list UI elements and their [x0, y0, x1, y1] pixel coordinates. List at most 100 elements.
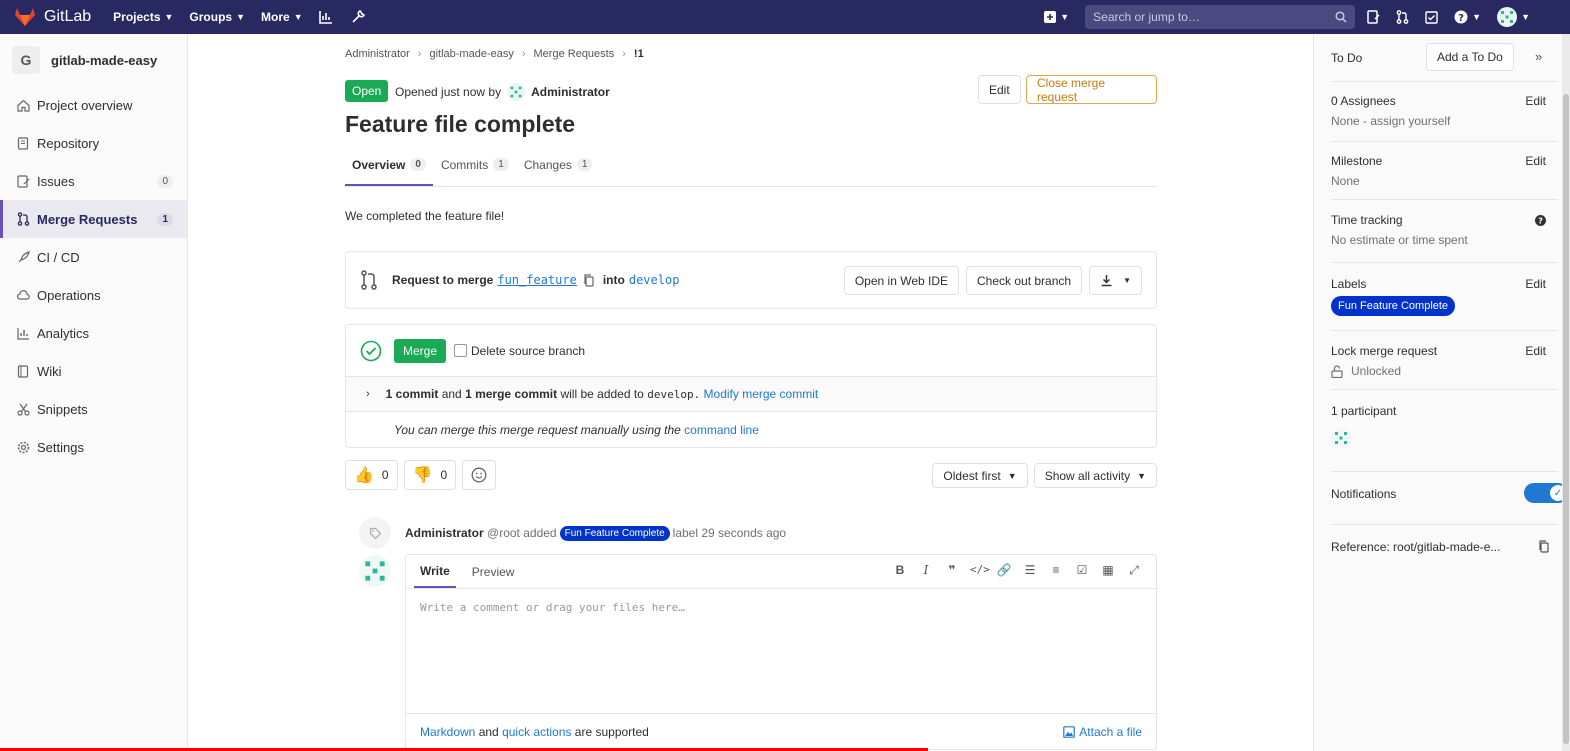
- task-list-icon[interactable]: ☑: [1074, 563, 1090, 578]
- link-icon[interactable]: 🔗: [996, 563, 1012, 578]
- merge-request-icon: [361, 270, 377, 290]
- numbered-list-icon[interactable]: ≡: [1048, 563, 1064, 578]
- sidebar-item-settings[interactable]: Settings: [0, 428, 187, 466]
- reference-text: Reference: root/gitlab-made-e...: [1331, 540, 1501, 554]
- chevron-down-icon: ▼: [164, 12, 174, 22]
- assignees-title: 0 Assignees: [1331, 94, 1396, 108]
- thumbsdown-award-button[interactable]: 👎 0: [403, 460, 457, 490]
- svg-text:?: ?: [1458, 13, 1464, 24]
- search-input[interactable]: Search or jump to…: [1085, 5, 1356, 29]
- project-header[interactable]: G gitlab-made-easy: [0, 34, 187, 86]
- italic-icon[interactable]: I: [918, 563, 934, 578]
- merge-button[interactable]: Merge: [394, 338, 447, 363]
- activity-chart-icon[interactable]: [318, 10, 333, 24]
- sidebar-item-merge-requests[interactable]: Merge Requests 1: [0, 200, 187, 238]
- notifications-title: Notifications: [1331, 487, 1397, 501]
- labels-edit-link[interactable]: Edit: [1525, 277, 1546, 291]
- code-icon[interactable]: </>: [970, 563, 990, 578]
- bullet-list-icon[interactable]: ☰: [1022, 563, 1038, 578]
- tab-count: 0: [410, 158, 426, 171]
- gitlab-logo[interactable]: GitLab: [14, 7, 91, 27]
- nav-projects[interactable]: Projects ▼: [113, 10, 173, 24]
- avatar[interactable]: [1331, 428, 1351, 448]
- issues-nav-icon[interactable]: [1367, 10, 1380, 24]
- manual-merge-text: You can merge this merge request manuall…: [394, 423, 681, 437]
- tab-commits[interactable]: Commits 1: [434, 152, 516, 186]
- edit-button[interactable]: Edit: [978, 75, 1021, 104]
- author-avatar[interactable]: [507, 83, 526, 101]
- sidebar-item-analytics[interactable]: Analytics: [0, 314, 187, 352]
- sidebar-item-repository[interactable]: Repository: [0, 124, 187, 162]
- download-dropdown-button[interactable]: ▼: [1089, 266, 1142, 295]
- add-reaction-button[interactable]: [462, 460, 497, 490]
- markdown-link[interactable]: Markdown: [420, 725, 475, 739]
- scrollbar-thumb[interactable]: [1563, 94, 1569, 744]
- collapse-sidebar-icon[interactable]: »: [1535, 49, 1542, 64]
- new-item-plus-icon[interactable]: ▼: [1044, 11, 1069, 23]
- copy-icon[interactable]: [583, 273, 595, 287]
- quick-actions-link[interactable]: quick actions: [502, 725, 571, 739]
- modify-merge-commit-link[interactable]: Modify merge commit: [704, 387, 819, 401]
- merge-commit-count: 1 merge commit: [465, 387, 558, 401]
- note-handle[interactable]: @root: [487, 526, 520, 540]
- assignees-value[interactable]: None - assign yourself: [1331, 114, 1544, 128]
- author-name[interactable]: Administrator: [531, 85, 610, 99]
- divider: [1331, 199, 1558, 200]
- breadcrumb-item[interactable]: !1: [634, 48, 644, 60]
- chart-icon: [16, 326, 30, 340]
- sidebar-item-operations[interactable]: Operations: [0, 276, 187, 314]
- sidebar-item-wiki[interactable]: Wiki: [0, 352, 187, 390]
- close-merge-request-button[interactable]: Close merge request: [1026, 75, 1157, 104]
- chevron-down-icon: ▼: [1060, 12, 1070, 22]
- copy-icon[interactable]: [1538, 540, 1550, 553]
- page-scrollbar[interactable]: [1562, 34, 1570, 751]
- todos-nav-icon[interactable]: [1425, 10, 1438, 24]
- breadcrumb-item[interactable]: Administrator: [345, 48, 410, 60]
- assignees-edit-link[interactable]: Edit: [1525, 94, 1546, 108]
- help-icon[interactable]: ?: [1535, 215, 1546, 226]
- table-icon[interactable]: ▦: [1100, 563, 1116, 578]
- nav-groups[interactable]: Groups ▼: [189, 10, 245, 24]
- breadcrumb-item[interactable]: gitlab-made-easy: [429, 48, 513, 60]
- open-in-web-ide-button[interactable]: Open in Web IDE: [843, 266, 960, 295]
- add-todo-button[interactable]: Add a To Do: [1426, 43, 1514, 71]
- tab-overview[interactable]: Overview 0: [345, 152, 433, 186]
- sidebar-item-ci-cd[interactable]: CI / CD: [0, 238, 187, 276]
- activity-filter-dropdown[interactable]: Show all activity ▼: [1033, 463, 1157, 488]
- sidebar-item-project-overview[interactable]: Project overview: [0, 86, 187, 124]
- sort-dropdown[interactable]: Oldest first ▼: [932, 463, 1028, 488]
- tab-write[interactable]: Write: [414, 556, 456, 588]
- note-author[interactable]: Administrator: [405, 526, 484, 540]
- bold-icon[interactable]: B: [892, 563, 908, 578]
- breadcrumb-item[interactable]: Merge Requests: [534, 48, 615, 60]
- sidebar-item-snippets[interactable]: Snippets: [0, 390, 187, 428]
- tab-preview[interactable]: Preview: [472, 557, 515, 587]
- chevron-right-icon[interactable]: ›: [366, 388, 370, 400]
- delete-source-branch-checkbox[interactable]: [454, 344, 468, 357]
- commit-info-row[interactable]: › 1 commit and 1 merge commit will be ad…: [346, 377, 1156, 412]
- target-branch-link[interactable]: develop: [629, 273, 680, 287]
- comment-textarea[interactable]: Write a comment or drag your files here…: [406, 589, 1156, 626]
- merge-request-icon: [16, 212, 30, 226]
- help-icon[interactable]: ? ▼: [1454, 10, 1481, 24]
- tab-changes[interactable]: Changes 1: [517, 152, 600, 186]
- label-pill[interactable]: Fun Feature Complete: [559, 525, 670, 541]
- command-line-link[interactable]: command line: [684, 423, 759, 437]
- fullscreen-icon[interactable]: ⤢: [1126, 563, 1142, 578]
- wrench-icon[interactable]: [351, 10, 365, 24]
- lock-edit-link[interactable]: Edit: [1525, 344, 1546, 358]
- merge-requests-nav-icon[interactable]: [1396, 10, 1409, 24]
- source-branch-link[interactable]: fun_feature: [497, 273, 576, 287]
- user-avatar-menu[interactable]: ▼: [1497, 7, 1530, 27]
- attach-file-button[interactable]: Attach a file: [1063, 725, 1142, 739]
- nav-more[interactable]: More ▼: [261, 10, 303, 24]
- lock-block: Lock merge request Edit Unlocked: [1331, 344, 1546, 378]
- quote-icon[interactable]: ❞: [944, 563, 960, 578]
- milestone-edit-link[interactable]: Edit: [1525, 154, 1546, 168]
- thumbsup-award-button[interactable]: 👍 0: [345, 460, 398, 490]
- label-pill[interactable]: Fun Feature Complete: [1331, 296, 1456, 316]
- sidebar-item-issues[interactable]: Issues 0: [0, 162, 187, 200]
- check-out-branch-button[interactable]: Check out branch: [966, 266, 1083, 295]
- tab-label: Commits: [440, 158, 489, 172]
- avatar[interactable]: [359, 555, 391, 587]
